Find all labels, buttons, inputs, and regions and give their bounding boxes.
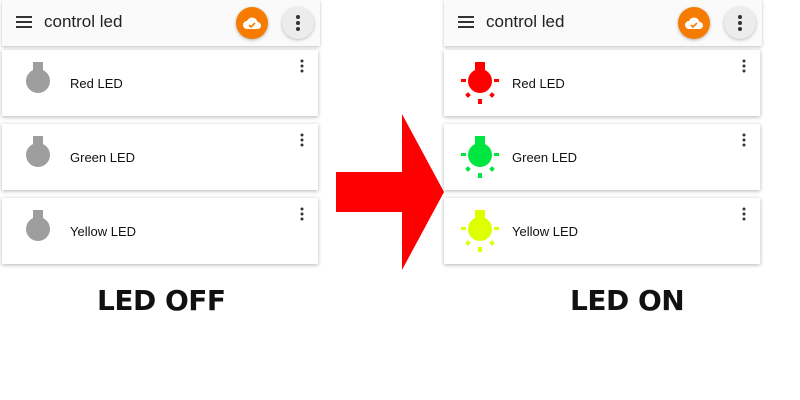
more-vert-icon[interactable] — [742, 207, 746, 221]
app-bar: control led — [444, 0, 762, 46]
more-options-button[interactable] — [282, 7, 314, 39]
cloud-done-icon — [685, 17, 703, 29]
led-label: Red LED — [512, 76, 565, 91]
led-label: Red LED — [70, 76, 123, 91]
led-card-green[interactable]: Green LED — [444, 124, 760, 190]
more-vert-icon[interactable] — [300, 133, 304, 147]
menu-icon[interactable] — [16, 16, 32, 28]
cloud-sync-button[interactable] — [236, 7, 268, 39]
led-card-green[interactable]: Green LED — [2, 124, 318, 190]
more-options-button[interactable] — [724, 7, 756, 39]
cloud-done-icon — [243, 17, 261, 29]
lightbulb-on-icon — [461, 62, 499, 104]
more-vert-icon[interactable] — [300, 59, 304, 73]
panel-led-off: control led Red LED Green LED Yellow LED — [2, 0, 320, 270]
caption-led-on: LED ON — [570, 284, 685, 317]
app-bar: control led — [2, 0, 320, 46]
more-vert-icon[interactable] — [300, 207, 304, 221]
lightbulb-icon — [26, 210, 50, 241]
caption-led-off: LED OFF — [97, 284, 226, 317]
menu-icon[interactable] — [458, 16, 474, 28]
led-card-red[interactable]: Red LED — [2, 50, 318, 116]
led-label: Green LED — [512, 150, 578, 165]
panel-led-on: control led Red LED Green LED Yellow LED — [444, 0, 762, 270]
more-vert-icon — [296, 15, 300, 31]
led-label: Yellow LED — [70, 224, 137, 239]
more-vert-icon[interactable] — [742, 133, 746, 147]
lightbulb-on-icon — [461, 210, 499, 252]
led-card-yellow[interactable]: Yellow LED — [2, 198, 318, 264]
led-card-red[interactable]: Red LED — [444, 50, 760, 116]
more-vert-icon[interactable] — [742, 59, 746, 73]
led-label: Yellow LED — [512, 224, 579, 239]
lightbulb-icon — [26, 62, 50, 93]
led-label: Green LED — [70, 150, 136, 165]
more-vert-icon — [738, 15, 742, 31]
app-title: control led — [486, 12, 565, 31]
arrow-right-icon — [336, 114, 444, 270]
lightbulb-icon — [26, 136, 50, 167]
led-card-yellow[interactable]: Yellow LED — [444, 198, 760, 264]
lightbulb-on-icon — [461, 136, 499, 178]
cloud-sync-button[interactable] — [678, 7, 710, 39]
app-title: control led — [44, 12, 123, 31]
